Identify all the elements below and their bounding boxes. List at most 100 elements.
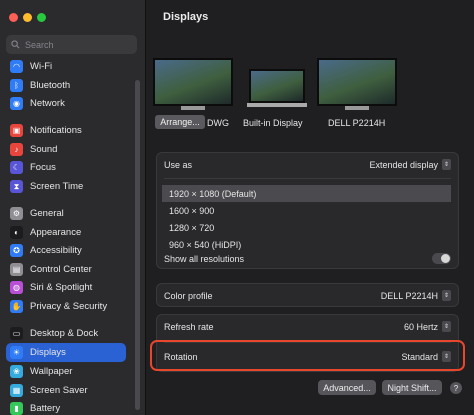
- sidebar: Search ◠ Wi-Fi ᛒ Bluetooth ◉ Network ▣ Notifica…: [0, 0, 146, 415]
- sidebar-item-wi-fi[interactable]: ◠ Wi-Fi: [6, 57, 126, 76]
- color-profile-value: DELL P2214H: [380, 290, 438, 301]
- resolution-list: 1920 × 1080 (Default) 1600 × 900 1280 × …: [162, 185, 451, 253]
- screen-saver-icon: ▦: [10, 384, 23, 397]
- sidebar-scrollbar[interactable]: [135, 80, 140, 410]
- focus-icon: ☾: [10, 161, 23, 174]
- sound-icon: ♪: [10, 143, 23, 156]
- chevron-updown-icon: ⇕: [442, 321, 451, 332]
- color-profile-panel: Color profile DELL P2214H ⇕: [156, 283, 459, 307]
- sidebar-item-bluetooth[interactable]: ᛒ Bluetooth: [6, 76, 126, 95]
- sidebar-item-label: Bluetooth: [30, 80, 71, 91]
- page-title: Displays: [163, 11, 209, 23]
- chevron-updown-icon: ⇕: [442, 159, 451, 170]
- sidebar-item-wallpaper[interactable]: ❀ Wallpaper: [6, 362, 126, 381]
- sidebar-item-appearance[interactable]: ◐ Appearance: [6, 223, 126, 242]
- monitor-dell-label: DELL P2214H: [328, 118, 386, 128]
- search-field[interactable]: Search: [6, 35, 137, 54]
- wifi-icon: ◠: [10, 60, 23, 73]
- show-all-resolutions-toggle[interactable]: [432, 253, 451, 264]
- accessibility-icon: ✪: [10, 244, 23, 257]
- help-button[interactable]: ?: [450, 382, 462, 394]
- search-placeholder: Search: [25, 39, 54, 50]
- gear-icon: ⚙: [10, 207, 23, 220]
- sidebar-item-label: General: [30, 208, 64, 219]
- arrange-button[interactable]: Arrange...: [155, 115, 205, 129]
- sidebar-item-label: Appearance: [30, 227, 82, 238]
- monitor-built-in-screen: [249, 69, 305, 103]
- sidebar-item-label: Accessibility: [30, 245, 82, 256]
- monitor-built-in-label: Built-in Display: [243, 118, 303, 128]
- window-controls: [9, 13, 46, 22]
- sidebar-item-label: Focus: [30, 162, 56, 173]
- sidebar-item-siri-spotlight[interactable]: ◍ Siri & Spotlight: [6, 278, 126, 297]
- show-all-resolutions-label: Show all resolutions: [164, 254, 245, 264]
- sidebar-item-label: Network: [30, 98, 65, 109]
- appearance-icon: ◐: [10, 226, 23, 239]
- color-profile-select[interactable]: DELL P2214H ⇕: [381, 290, 451, 301]
- monitor-dwg[interactable]: [153, 58, 233, 118]
- screen-time-icon: ⧗: [10, 180, 23, 193]
- battery-icon: ▮: [10, 402, 23, 415]
- siri-icon: ◍: [10, 281, 23, 294]
- resolution-option[interactable]: 1280 × 720: [162, 219, 451, 236]
- wallpaper-icon: ❀: [10, 365, 23, 378]
- displays-icon: ☀: [10, 346, 23, 359]
- advanced-button[interactable]: Advanced...: [318, 380, 376, 395]
- sidebar-item-sound[interactable]: ♪ Sound: [6, 140, 126, 159]
- sidebar-item-label: Notifications: [30, 125, 82, 136]
- refresh-rate-select[interactable]: 60 Hertz ⇕: [404, 321, 451, 332]
- night-shift-button[interactable]: Night Shift...: [382, 380, 442, 395]
- monitor-dwg-screen: [153, 58, 233, 106]
- monitor-built-in[interactable]: [247, 69, 307, 109]
- resolution-option[interactable]: 960 × 540 (HiDPI): [162, 236, 451, 253]
- sidebar-item-notifications[interactable]: ▣ Notifications: [6, 121, 126, 140]
- sidebar-item-label: Wallpaper: [30, 366, 73, 377]
- monitor-built-in-base: [247, 103, 307, 107]
- bluetooth-icon: ᛒ: [10, 79, 23, 92]
- monitor-dell-stand: [345, 106, 369, 110]
- search-icon: [11, 40, 20, 49]
- monitor-dell-screen: [317, 58, 397, 106]
- sidebar-item-label: Control Center: [30, 264, 92, 275]
- network-icon: ◉: [10, 97, 23, 110]
- sidebar-item-screen-time[interactable]: ⧗ Screen Time: [6, 177, 126, 196]
- sidebar-item-control-center[interactable]: ▤ Control Center: [6, 260, 126, 279]
- chevron-updown-icon: ⇕: [442, 290, 451, 301]
- monitor-dell[interactable]: [317, 58, 397, 118]
- sidebar-item-label: Siri & Spotlight: [30, 282, 93, 293]
- sidebar-item-screen-saver[interactable]: ▦ Screen Saver: [6, 381, 126, 400]
- resolution-option[interactable]: 1920 × 1080 (Default): [162, 185, 451, 202]
- refresh-rate-label: Refresh rate: [164, 322, 214, 332]
- display-settings-panel: Use as Extended display ⇕ 1920 × 1080 (D…: [156, 152, 459, 269]
- sidebar-item-label: Battery: [30, 403, 61, 414]
- control-center-icon: ▤: [10, 263, 23, 276]
- sidebar-item-battery[interactable]: ▮ Battery: [6, 399, 126, 415]
- sidebar-item-desktop-dock[interactable]: ▭ Desktop & Dock: [6, 324, 126, 343]
- monitor-dwg-stand: [181, 106, 205, 110]
- minimize-window-button[interactable]: [23, 13, 32, 22]
- sidebar-item-label: Displays: [30, 347, 66, 358]
- sidebar-item-label: Wi-Fi: [30, 61, 53, 72]
- close-window-button[interactable]: [9, 13, 18, 22]
- rotation-highlight-box: [150, 340, 465, 371]
- zoom-window-button[interactable]: [37, 13, 46, 22]
- sidebar-item-label: Screen Saver: [30, 385, 88, 396]
- sidebar-item-network[interactable]: ◉ Network: [6, 94, 126, 113]
- resolution-option[interactable]: 1600 × 900: [162, 202, 451, 219]
- refresh-rate-value: 60 Hertz: [403, 321, 438, 332]
- use-as-select[interactable]: Extended display ⇕: [369, 159, 451, 170]
- use-as-label: Use as: [164, 160, 193, 170]
- sidebar-item-label: Privacy & Security: [30, 301, 108, 312]
- divider: [164, 178, 451, 179]
- sidebar-item-accessibility[interactable]: ✪ Accessibility: [6, 241, 126, 260]
- sidebar-item-general[interactable]: ⚙ General: [6, 204, 126, 223]
- main-pane: Displays Arrange... DWG Built-in Display…: [147, 0, 474, 415]
- sidebar-item-privacy-security[interactable]: ✋ Privacy & Security: [6, 297, 126, 316]
- color-profile-label: Color profile: [164, 291, 213, 301]
- dock-icon: ▭: [10, 327, 23, 340]
- privacy-hand-icon: ✋: [10, 300, 23, 313]
- sidebar-item-displays[interactable]: ☀ Displays: [6, 343, 126, 362]
- monitor-dwg-label: DWG: [207, 118, 229, 128]
- sidebar-item-label: Sound: [30, 144, 58, 155]
- sidebar-item-focus[interactable]: ☾ Focus: [6, 158, 126, 177]
